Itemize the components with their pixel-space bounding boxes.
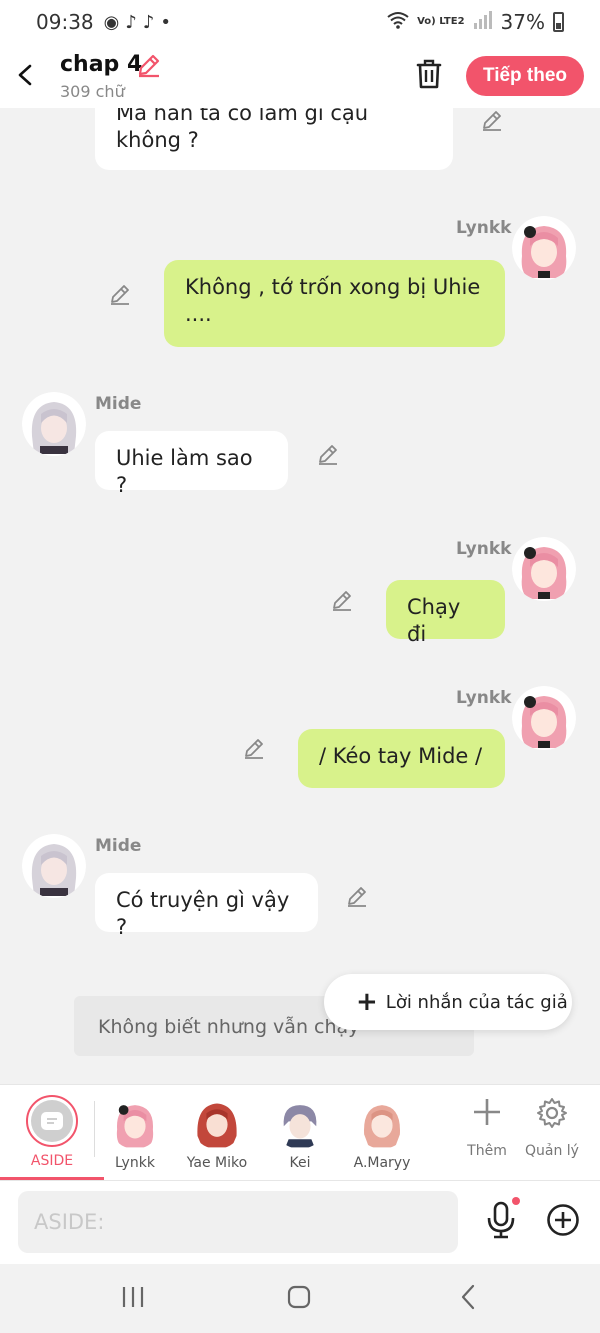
status-bar: 09:38 ◉ ♪ ♪ • Vo) LTE2 37% [0,0,600,44]
manage-button[interactable]: Quản lý [517,1097,587,1159]
chat-message[interactable]: Mà hắn ta có làm gì cậu không ? [95,108,453,170]
edit-icon[interactable] [330,588,354,612]
message-text: / Kéo tay Mide / [319,744,483,768]
header: chap 4 309 chữ Tiếp theo [0,44,600,108]
avatar[interactable] [512,686,576,750]
character-kei[interactable]: Kei [259,1097,341,1171]
message-text: Chạy đi [407,595,461,646]
back-nav-icon[interactable] [456,1284,482,1314]
author-note-label: Lời nhắn của tác giả [385,991,568,1013]
manage-label: Quản lý [525,1143,579,1159]
avatar [356,1097,408,1149]
app-notification-icon: ◉ [103,11,120,33]
speaker-name: Lynkk [456,218,512,238]
battery-icon [553,12,564,32]
message-text: Có truyện gì vậy ? [116,888,290,939]
chat-message[interactable]: Có truyện gì vậy ? [95,873,318,939]
clock: 09:38 [36,10,94,34]
message-text: Không , tớ trốn xong bị Uhie .... [185,275,481,326]
mic-icon[interactable] [484,1201,520,1243]
recent-apps-icon[interactable] [120,1284,146,1314]
message-text: Mà hắn ta có làm gì cậu không ? [116,108,369,152]
edit-icon[interactable] [108,282,132,306]
gear-icon [537,1098,567,1128]
edit-icon[interactable] [345,884,369,908]
aside-button[interactable] [26,1095,78,1147]
tiktok-icon: ♪ [142,11,155,33]
edit-icon[interactable] [242,736,266,760]
avatar[interactable] [512,216,576,280]
lte-indicator: Vo) LTE2 [417,16,465,27]
speaker-name: Lynkk [456,539,512,559]
character-yae-miko[interactable]: Yae Miko [176,1097,258,1171]
add-label: Thêm [467,1143,507,1159]
chat-message[interactable]: / Kéo tay Mide / [298,729,505,788]
tiktok-icon: ♪ [125,11,137,33]
chat-message[interactable]: Chạy đi [386,580,505,646]
aside-label: ASIDE [30,1153,74,1169]
edit-icon[interactable] [480,108,504,132]
message-text: Uhie làm sao ? [116,446,253,497]
avatar [274,1097,326,1149]
character-lynkk[interactable]: Lynkk [94,1097,176,1171]
home-icon[interactable] [286,1284,312,1314]
trash-icon[interactable] [414,58,444,94]
edit-icon[interactable] [316,442,340,466]
chat-area[interactable]: Mà hắn ta có làm gì cậu không ? Lynkk Kh… [0,108,600,1084]
chat-message[interactable]: Uhie làm sao ? [95,431,288,497]
chat-message[interactable]: Không , tớ trốn xong bị Uhie .... [164,260,505,347]
next-button[interactable]: Tiếp theo [466,56,584,96]
input-bar [0,1180,600,1264]
notification-dot [512,1197,520,1205]
plus-icon [474,1099,500,1125]
back-icon[interactable] [14,58,38,92]
word-count: 309 chữ [60,82,125,101]
add-circle-icon[interactable] [546,1203,580,1241]
character-name: Lynkk [115,1155,155,1171]
avatar[interactable] [512,537,576,601]
character-name: A.Maryy [353,1155,411,1171]
add-character-button[interactable]: Thêm [452,1097,522,1159]
character-name: Kei [289,1155,311,1171]
plus-icon: + [356,987,378,1017]
character-a-maryy[interactable]: A.Maryy [341,1097,423,1171]
dot-icon: • [160,11,171,33]
edit-title-icon[interactable] [136,52,162,82]
author-note-button[interactable]: + Lời nhắn của tác giả [324,974,572,1030]
speaker-name: Mide [95,394,142,414]
speaker-name: Mide [95,836,142,856]
signal-icon [473,10,493,34]
character-name: Yae Miko [186,1155,248,1171]
avatar [109,1097,161,1149]
avatar [191,1097,243,1149]
wifi-icon [387,10,409,34]
battery-percent: 37% [500,10,545,34]
avatar[interactable] [22,392,86,456]
page-title: chap 4 [60,52,143,77]
system-nav-bar [0,1264,600,1333]
speaker-name: Lynkk [456,688,512,708]
character-bar: ASIDE Lynkk Yae Miko Kei A.Maryy Thêm Qu… [0,1084,600,1180]
aside-chat-icon [31,1100,73,1142]
avatar[interactable] [22,834,86,898]
message-input[interactable] [18,1191,458,1253]
